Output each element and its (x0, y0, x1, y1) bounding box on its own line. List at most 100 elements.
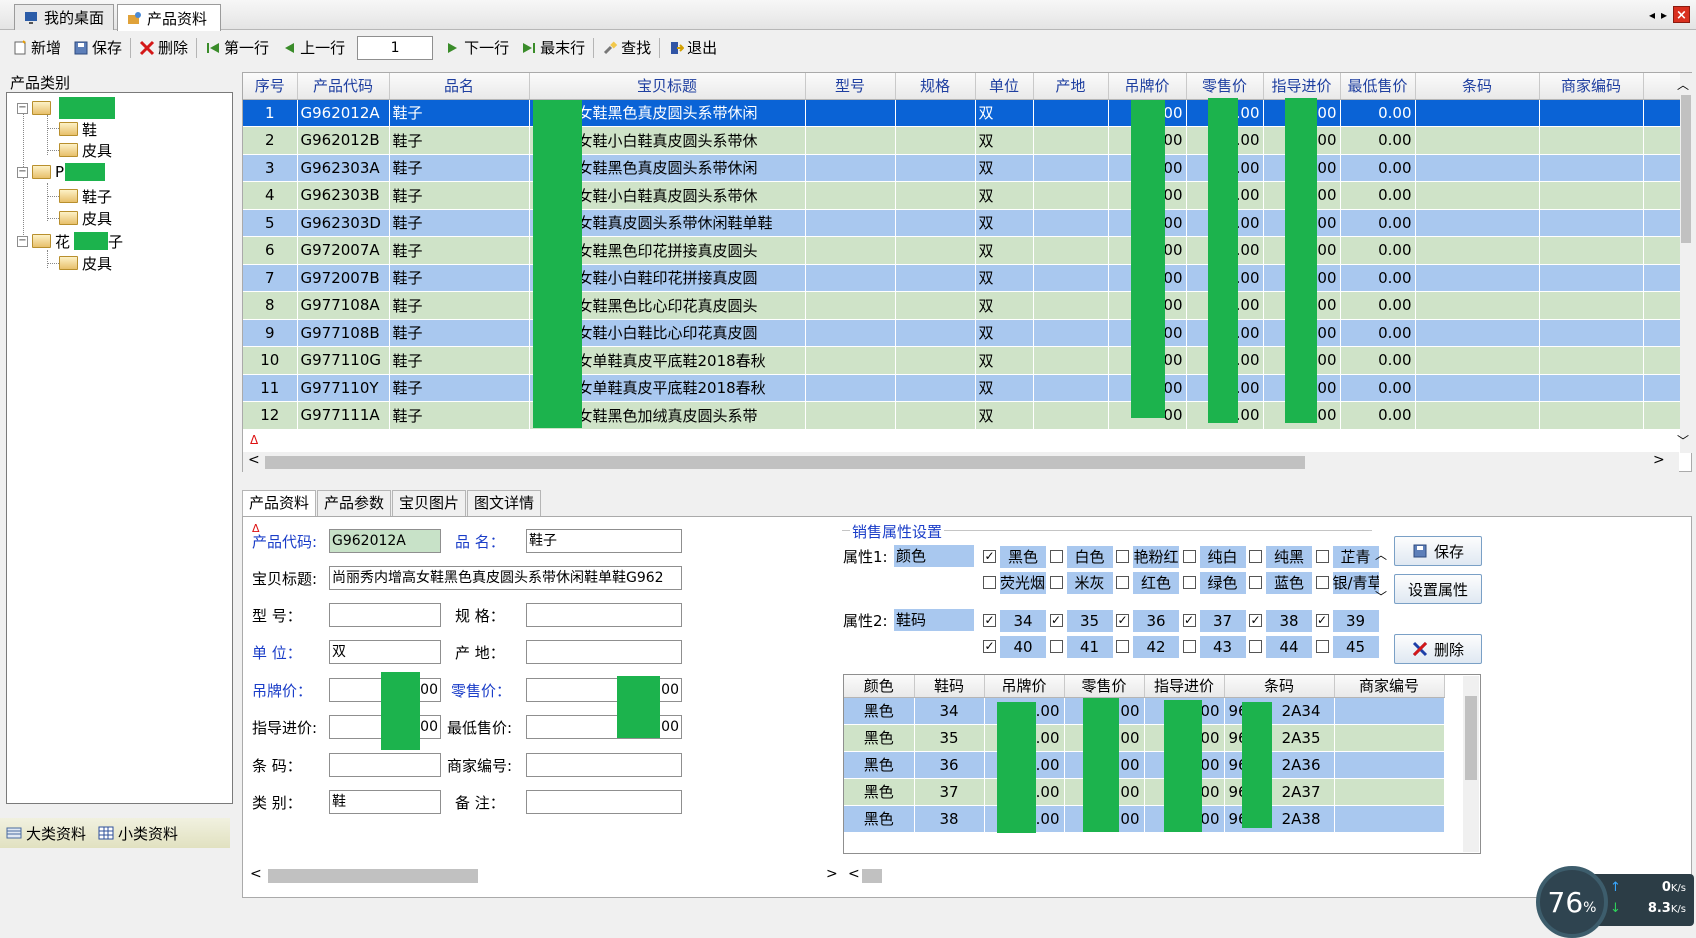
table-cell[interactable] (1033, 99, 1109, 127)
attr-option-checkbox[interactable] (1315, 576, 1329, 589)
exit-button[interactable]: 退出 (662, 35, 723, 61)
table-cell[interactable] (805, 154, 896, 182)
table-cell[interactable] (895, 346, 976, 375)
grid-column-header[interactable]: 商家编码 (1539, 73, 1644, 100)
attr-option-checkbox[interactable]: ✓ (983, 550, 996, 563)
collapse-icon[interactable]: − (17, 102, 28, 114)
sku-cell[interactable]: 黑色 (844, 778, 915, 806)
sku-cell[interactable]: 36 (914, 751, 985, 779)
attr-option-checkbox[interactable] (1049, 550, 1063, 563)
scroll-left-icon[interactable]: < (250, 866, 262, 882)
attr-option-checkbox[interactable] (1315, 640, 1329, 653)
table-cell[interactable] (1033, 374, 1109, 402)
grid-column-header[interactable]: 宝贝标题 (529, 73, 806, 100)
table-cell[interactable]: 双 (975, 264, 1034, 292)
table-cell[interactable]: 鞋子 (389, 181, 530, 210)
product-name-field[interactable]: 鞋子 (526, 529, 682, 553)
sku-row[interactable]: 黑色 37.00.00 00 96 2A37 (844, 778, 1445, 806)
table-cell[interactable] (895, 236, 976, 265)
table-cell[interactable] (1033, 401, 1109, 430)
major-category-button[interactable]: 大类资料 (6, 823, 86, 844)
scroll-right-icon[interactable]: > (826, 866, 838, 882)
sku-cell[interactable]: 37 (914, 778, 985, 806)
tree-node-leather-3[interactable]: 皮具 (59, 253, 112, 273)
table-cell[interactable]: 1 (243, 99, 298, 127)
table-cell[interactable]: G962303B (297, 181, 390, 210)
table-cell[interactable]: 鞋子 (389, 99, 530, 127)
table-cell[interactable]: 0.00 (1340, 99, 1416, 127)
table-cell[interactable]: 0.00 (1340, 236, 1416, 265)
sku-cell[interactable]: 96 2A36 (1224, 751, 1335, 779)
table-cell[interactable]: 9 (243, 319, 298, 347)
table-cell[interactable] (1539, 181, 1644, 210)
tab-product-info-detail[interactable]: 产品资料 (242, 490, 317, 518)
table-cell[interactable] (1539, 264, 1644, 292)
table-cell[interactable]: 鞋子 (389, 154, 530, 182)
table-cell[interactable]: 鞋子 (389, 126, 530, 155)
grid-column-header[interactable]: 产地 (1033, 73, 1109, 100)
grid-column-header[interactable]: 型号 (805, 73, 896, 100)
attr-scroll-thumb[interactable] (862, 869, 882, 883)
sku-column-header[interactable]: 鞋码 (914, 675, 985, 698)
table-cell[interactable] (1033, 209, 1109, 237)
attr-option-checkbox[interactable]: ✓ (1049, 614, 1063, 627)
close-tab-button[interactable]: × (1673, 6, 1690, 23)
scroll-left-icon[interactable]: < (248, 452, 260, 468)
table-cell[interactable]: 鞋子 (389, 209, 530, 237)
table-cell[interactable]: 双 (975, 374, 1034, 402)
table-cell[interactable] (1033, 264, 1109, 292)
scroll-tabs-right-icon[interactable]: ▸ (1661, 8, 1667, 22)
sku-row[interactable]: 黑色 34.00.00 00 96 2A34 (844, 697, 1445, 725)
scroll-left-icon[interactable]: < (848, 866, 860, 882)
table-cell[interactable] (1033, 154, 1109, 182)
grid-column-header[interactable]: 规格 (895, 73, 976, 100)
grid-horizontal-scroll-thumb[interactable] (265, 456, 1305, 469)
new-button[interactable]: 新增 (6, 35, 67, 61)
table-cell[interactable]: G962012A (297, 99, 390, 127)
collapse-icon[interactable]: − (17, 166, 28, 178)
attr-delete-button[interactable]: 删除 (1394, 634, 1482, 664)
table-cell[interactable]: 8 (243, 291, 298, 320)
sku-cell[interactable] (1334, 724, 1445, 752)
sku-cell[interactable] (1334, 751, 1445, 779)
sku-cell[interactable]: 96 2A37 (1224, 778, 1335, 806)
table-cell[interactable]: 0.00 (1340, 374, 1416, 402)
sku-column-header[interactable]: 指导进价 (1144, 675, 1225, 698)
first-row-button[interactable]: 第一行 (199, 35, 275, 61)
table-cell[interactable] (1539, 319, 1644, 347)
table-cell[interactable] (805, 319, 896, 347)
attr-option-checkbox[interactable]: ✓ (983, 640, 996, 653)
table-cell[interactable] (1415, 319, 1540, 347)
grid-column-header[interactable]: 产品代码 (297, 73, 390, 100)
table-row[interactable]: 3 G962303A 鞋子 内增高女鞋黑色真皮圆头系带休闲双 00.00 00 0.00 (243, 154, 1684, 182)
tab-product-params[interactable]: 产品参数 (317, 490, 392, 516)
table-cell[interactable]: G977108B (297, 319, 390, 347)
table-cell[interactable]: G972007B (297, 264, 390, 292)
attr-option-checkbox[interactable] (1182, 576, 1196, 589)
attr-option-checkbox[interactable] (1116, 550, 1129, 563)
table-cell[interactable] (895, 374, 976, 402)
table-row[interactable]: 1 G962012A 鞋子 内增高女鞋黑色真皮圆头系带休闲双 00.00 00 0.00 (243, 99, 1684, 127)
table-cell[interactable]: 双 (975, 401, 1034, 430)
table-cell[interactable] (1415, 291, 1540, 320)
table-cell[interactable] (1415, 374, 1540, 402)
sku-vertical-scroll-thumb[interactable] (1465, 696, 1477, 780)
table-cell[interactable] (895, 319, 976, 347)
table-cell[interactable]: 双 (975, 181, 1034, 210)
grid-column-header[interactable]: 条码 (1415, 73, 1540, 100)
table-cell[interactable] (805, 264, 896, 292)
table-cell[interactable] (895, 99, 976, 127)
table-cell[interactable] (1415, 346, 1540, 375)
attr-option-checkbox[interactable] (1249, 550, 1262, 563)
table-cell[interactable] (805, 181, 896, 210)
table-cell[interactable] (1415, 181, 1540, 210)
table-cell[interactable] (1033, 126, 1109, 155)
unit-field[interactable]: 双 (329, 640, 441, 664)
table-cell[interactable] (895, 181, 976, 210)
table-cell[interactable]: 双 (975, 291, 1034, 320)
next-row-button[interactable]: 下一行 (439, 35, 515, 61)
spec-field[interactable] (526, 603, 682, 627)
table-cell[interactable] (895, 126, 976, 155)
product-data-grid[interactable]: 序号 产品代码 品名 宝贝标题 型号 规格 单位 产地 吊牌价 零售价 指导进价 最低售价 条码 商家编码… (242, 72, 1692, 472)
attr-option-checkbox[interactable] (1049, 640, 1063, 653)
